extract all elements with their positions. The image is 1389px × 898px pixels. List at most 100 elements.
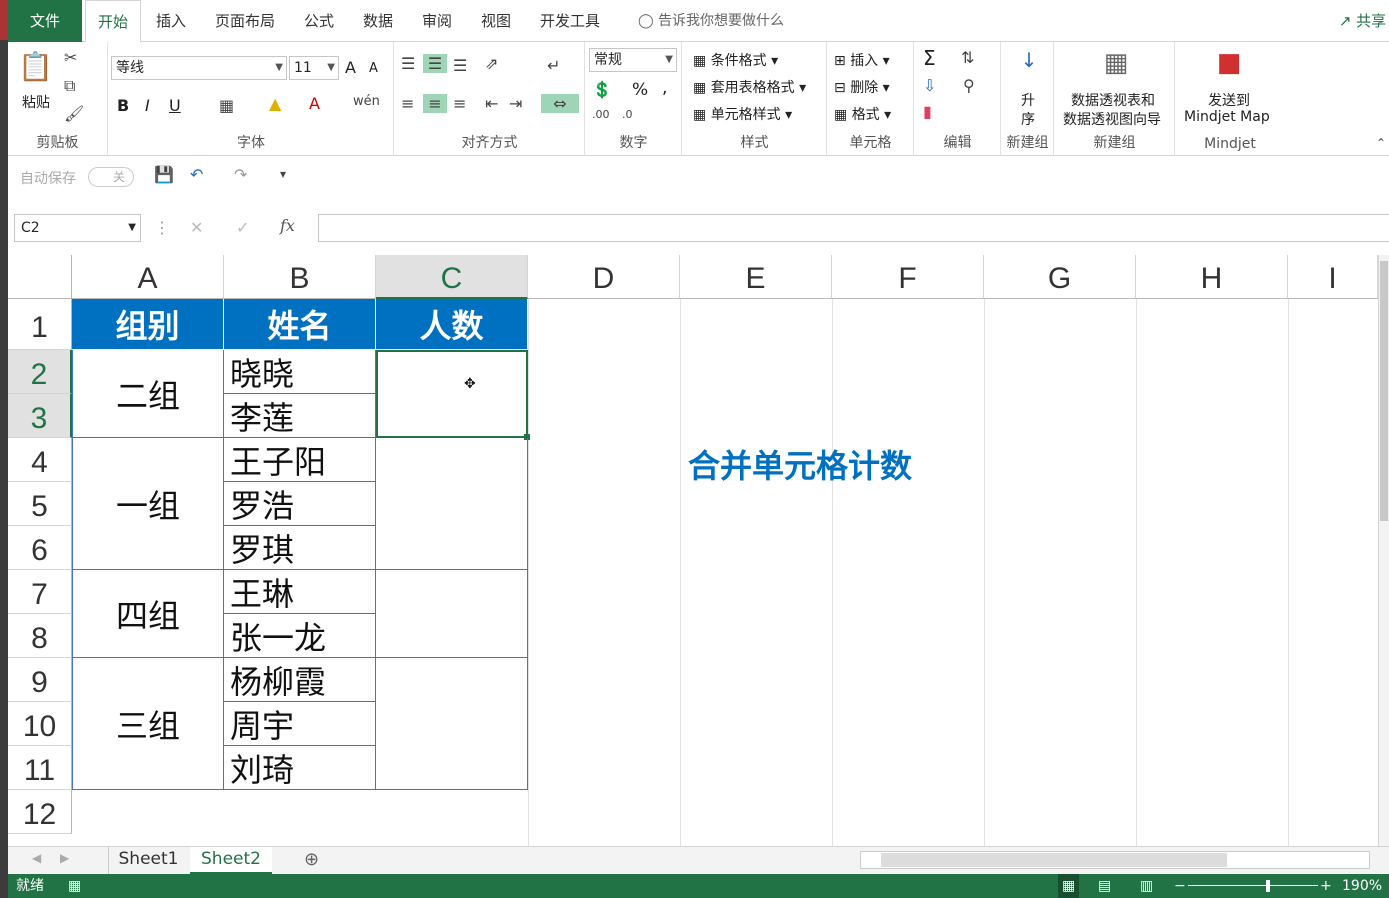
member-name-cell[interactable]: 刘琦 (224, 746, 376, 790)
table-header-cell[interactable]: 人数 (376, 299, 528, 350)
count-cell[interactable] (376, 438, 528, 570)
format-painter-icon[interactable]: 🖌 (64, 104, 84, 123)
column-header-h[interactable]: H (1136, 255, 1288, 299)
font-color-icon[interactable]: A (309, 94, 320, 113)
annotation-text[interactable]: 合并单元格计数 (688, 441, 912, 487)
format-as-table-button[interactable]: ▦ 套用表格格式 ▾ (693, 77, 806, 97)
tab-developer[interactable]: 开发工具 (532, 0, 608, 42)
cut-icon[interactable]: ✂ (64, 48, 77, 67)
sort-ascending-icon[interactable]: ↓ (1014, 48, 1044, 72)
format-cells-button[interactable]: ▦ 格式 ▾ (834, 104, 891, 124)
fill-down-icon[interactable]: ⇩ (923, 76, 936, 95)
column-header-e[interactable]: E (680, 255, 832, 299)
row-header-1[interactable]: 1 (8, 299, 72, 350)
borders-icon[interactable]: ▦ (219, 96, 234, 115)
member-name-cell[interactable]: 罗琪 (224, 526, 376, 570)
align-bottom-icon[interactable]: ☰ (453, 56, 467, 75)
column-header-i[interactable]: I (1288, 255, 1378, 299)
row-header-5[interactable]: 5 (8, 482, 72, 526)
tab-page-layout[interactable]: 页面布局 (206, 0, 284, 42)
align-right-icon[interactable]: ≡ (453, 94, 466, 113)
member-name-cell[interactable]: 李莲 (224, 394, 376, 438)
merge-center-icon[interactable]: ⇔ (541, 94, 579, 113)
paste-label[interactable]: 粘贴 (22, 92, 50, 112)
tell-me-box[interactable]: ◯ 告诉我你想要做什么 (626, 0, 796, 42)
share-button[interactable]: ↗ 共享 (1336, 0, 1389, 42)
worksheet-grid[interactable]: A B C D E F G H I 1 2 3 4 5 6 7 8 9 10 11 12 组别 姓名 人数 二组 ✥ 晓晓 李莲 一组王… (8, 255, 1378, 846)
macro-record-icon[interactable]: ▦ (68, 874, 81, 898)
pivot-wizard-icon[interactable]: ▦ (1099, 48, 1133, 84)
align-center-icon[interactable]: ≡ (423, 94, 447, 113)
group-name-cell[interactable]: 四组 (72, 570, 224, 658)
column-header-d[interactable]: D (528, 255, 680, 299)
tab-data[interactable]: 数据 (355, 0, 401, 42)
member-name-cell[interactable]: 王琳 (224, 570, 376, 614)
conditional-format-button[interactable]: ▦ 条件格式 ▾ (693, 50, 778, 70)
sheet-tab-sheet1[interactable]: Sheet1 (108, 847, 188, 874)
undo-icon[interactable]: ↶ (190, 165, 203, 184)
align-top-icon[interactable]: ☰ (401, 54, 415, 73)
count-cell[interactable] (376, 658, 528, 790)
scroll-right-icon[interactable]: ▶ (60, 851, 69, 865)
copy-icon[interactable]: ⧉ (64, 76, 75, 96)
group-name-cell[interactable]: 一组 (72, 438, 224, 570)
vertical-scroll-thumb[interactable] (1380, 261, 1388, 521)
active-count-cell[interactable]: ✥ (376, 350, 530, 440)
select-all-corner[interactable] (8, 255, 72, 299)
phonetic-icon[interactable]: wén (353, 94, 380, 109)
row-header-9[interactable]: 9 (8, 658, 72, 702)
zoom-slider-thumb[interactable] (1266, 880, 1270, 892)
scroll-left-icon[interactable]: ◀ (32, 851, 41, 865)
align-left-icon[interactable]: ≡ (401, 94, 414, 113)
mindjet-icon[interactable]: ■ (1212, 48, 1246, 84)
italic-button[interactable]: I (145, 96, 150, 115)
column-header-a[interactable]: A (72, 255, 224, 299)
comma-button[interactable]: , (662, 78, 667, 98)
member-name-cell[interactable]: 晓晓 (224, 350, 376, 394)
tab-home[interactable]: 开始 (85, 0, 141, 43)
row-header-6[interactable]: 6 (8, 526, 72, 570)
find-icon[interactable]: ⚲ (963, 76, 975, 95)
autosum-button[interactable]: Σ (923, 46, 936, 70)
decrease-indent-icon[interactable]: ⇤ (485, 94, 498, 113)
sheet-tab-sheet2[interactable]: Sheet2 (190, 847, 272, 874)
sort-filter-icon[interactable]: ⇅ (961, 48, 974, 67)
enter-icon[interactable]: ✓ (236, 218, 249, 237)
increase-decimal-icon[interactable]: .00 (592, 108, 610, 121)
tab-file[interactable]: 文件 (8, 0, 82, 42)
paste-icon[interactable]: 📋 (18, 50, 53, 86)
row-header-7[interactable]: 7 (8, 570, 72, 614)
normal-view-icon[interactable]: ▦ (1058, 874, 1080, 898)
wrap-text-icon[interactable]: ↵ (547, 56, 560, 75)
customize-qat-icon[interactable]: ▾ (280, 167, 286, 181)
name-box[interactable]: C2 ▼ (14, 214, 141, 242)
row-header-12[interactable]: 12 (8, 790, 72, 834)
increase-indent-icon[interactable]: ⇥ (509, 94, 522, 113)
vertical-scrollbar[interactable] (1378, 255, 1389, 846)
decrease-decimal-icon[interactable]: .0 (622, 108, 633, 121)
cell-styles-button[interactable]: ▦ 单元格样式 ▾ (693, 104, 792, 124)
row-header-10[interactable]: 10 (8, 702, 72, 746)
orientation-icon[interactable]: ⇗ (485, 54, 498, 73)
fill-color-icon[interactable]: ▲ (269, 94, 281, 113)
member-name-cell[interactable]: 张一龙 (224, 614, 376, 658)
tab-review[interactable]: 审阅 (414, 0, 460, 42)
zoom-in-icon[interactable]: + (1320, 874, 1332, 898)
table-header-cell[interactable]: 姓名 (224, 299, 376, 350)
zoom-level[interactable]: 190% (1342, 874, 1382, 898)
row-header-2[interactable]: 2 (8, 350, 72, 394)
clear-icon[interactable]: ▮ (923, 102, 932, 121)
mindjet-label-2[interactable]: Mindjet Map (1184, 109, 1270, 125)
percent-button[interactable]: % (632, 80, 648, 100)
count-cell[interactable] (376, 570, 528, 658)
decrease-font-button[interactable]: A (369, 61, 378, 76)
tab-formulas[interactable]: 公式 (296, 0, 342, 42)
member-name-cell[interactable]: 杨柳霞 (224, 658, 376, 702)
tab-insert[interactable]: 插入 (148, 0, 194, 42)
row-header-11[interactable]: 11 (8, 746, 72, 790)
bold-button[interactable]: B (117, 96, 129, 115)
increase-font-button[interactable]: A (345, 58, 356, 77)
add-sheet-icon[interactable]: ⊕ (304, 849, 319, 870)
delete-cells-button[interactable]: ⊟ 删除 ▾ (834, 77, 890, 97)
row-header-8[interactable]: 8 (8, 614, 72, 658)
